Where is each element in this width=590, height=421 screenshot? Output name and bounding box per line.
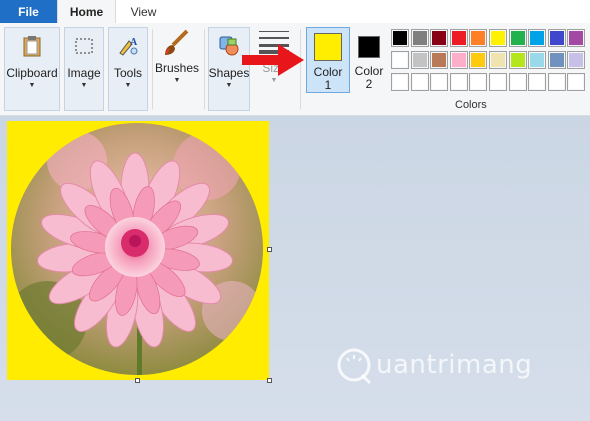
palette-swatch[interactable]	[449, 73, 468, 91]
palette-swatch[interactable]	[391, 73, 409, 91]
resize-handle-bottom[interactable]	[135, 378, 140, 383]
palette-swatch[interactable]	[508, 51, 527, 69]
chevron-down-icon: ▼	[173, 77, 181, 84]
resize-handle-corner[interactable]	[267, 378, 272, 383]
palette-swatch[interactable]	[469, 73, 488, 91]
palette-swatch[interactable]	[489, 51, 507, 69]
color2-number: 2	[365, 77, 373, 91]
brushes-button[interactable]: Brushes ▼	[154, 27, 200, 84]
brushes-label: Brushes	[154, 61, 200, 75]
tab-view[interactable]: View	[115, 0, 172, 23]
chevron-down-icon: ▼	[28, 82, 36, 89]
tools-label: Tools	[113, 66, 142, 80]
palette-swatch[interactable]	[547, 51, 566, 69]
brush-icon	[160, 27, 194, 59]
palette-swatch[interactable]	[430, 29, 449, 47]
color1-button[interactable]: Color 1	[306, 27, 350, 93]
palette-swatch[interactable]	[489, 73, 507, 91]
palette-swatch[interactable]	[547, 73, 566, 91]
drawing-canvas[interactable]	[7, 121, 269, 380]
palette-swatch[interactable]	[391, 29, 409, 47]
chevron-down-icon: ▼	[225, 82, 233, 89]
palette-swatch[interactable]	[449, 29, 468, 47]
palette-swatch[interactable]	[430, 73, 449, 91]
watermark: uantrimang	[336, 345, 532, 385]
colors-group-label: Colors	[455, 99, 487, 111]
palette-swatch[interactable]	[508, 29, 527, 47]
annotation-arrow-icon	[242, 42, 306, 81]
flower-photo	[11, 123, 263, 375]
palette-swatch[interactable]	[547, 29, 566, 47]
palette-swatch[interactable]	[391, 51, 409, 69]
watermark-text: uantrimang	[376, 350, 533, 380]
palette-swatch[interactable]	[567, 29, 586, 47]
palette-swatch[interactable]	[430, 51, 449, 69]
tools-button[interactable]: A Tools ▼	[108, 27, 148, 111]
palette-swatch[interactable]	[567, 51, 586, 69]
divider	[152, 29, 153, 109]
tab-file[interactable]: File	[0, 0, 57, 23]
ribbon-tabs: File Home View	[0, 0, 590, 24]
svg-text:A: A	[130, 37, 138, 48]
clipboard-icon	[18, 32, 46, 60]
color2-swatch	[358, 36, 380, 58]
image-label: Image	[67, 66, 101, 80]
shapes-icon	[215, 32, 243, 60]
palette-swatch[interactable]	[449, 51, 468, 69]
divider	[204, 29, 205, 109]
color1-number: 1	[324, 78, 332, 92]
color1-swatch	[314, 33, 342, 61]
palette-swatch[interactable]	[508, 73, 527, 91]
palette-swatch[interactable]	[528, 29, 547, 47]
palette-swatch[interactable]	[528, 73, 547, 91]
chevron-down-icon: ▼	[124, 82, 132, 89]
clipboard-button[interactable]: Clipboard ▼	[4, 27, 60, 111]
palette-swatch[interactable]	[410, 51, 429, 69]
palette-swatch[interactable]	[528, 51, 547, 69]
palette-swatch[interactable]	[469, 51, 488, 69]
palette-swatch[interactable]	[410, 73, 429, 91]
palette-swatch[interactable]	[469, 29, 488, 47]
chevron-down-icon: ▼	[80, 82, 88, 89]
watermark-logo-icon	[337, 348, 372, 385]
image-button[interactable]: Image ▼	[64, 27, 104, 111]
color2-button[interactable]: Color 2	[352, 27, 388, 93]
resize-handle-right[interactable]	[267, 247, 272, 252]
tools-icon: A	[114, 32, 142, 60]
palette-swatch[interactable]	[410, 29, 429, 47]
palette-swatch[interactable]	[489, 29, 507, 47]
clipboard-label: Clipboard	[6, 66, 58, 80]
palette-swatch[interactable]	[567, 73, 586, 91]
select-icon	[70, 32, 98, 60]
tab-home[interactable]: Home	[57, 0, 116, 24]
